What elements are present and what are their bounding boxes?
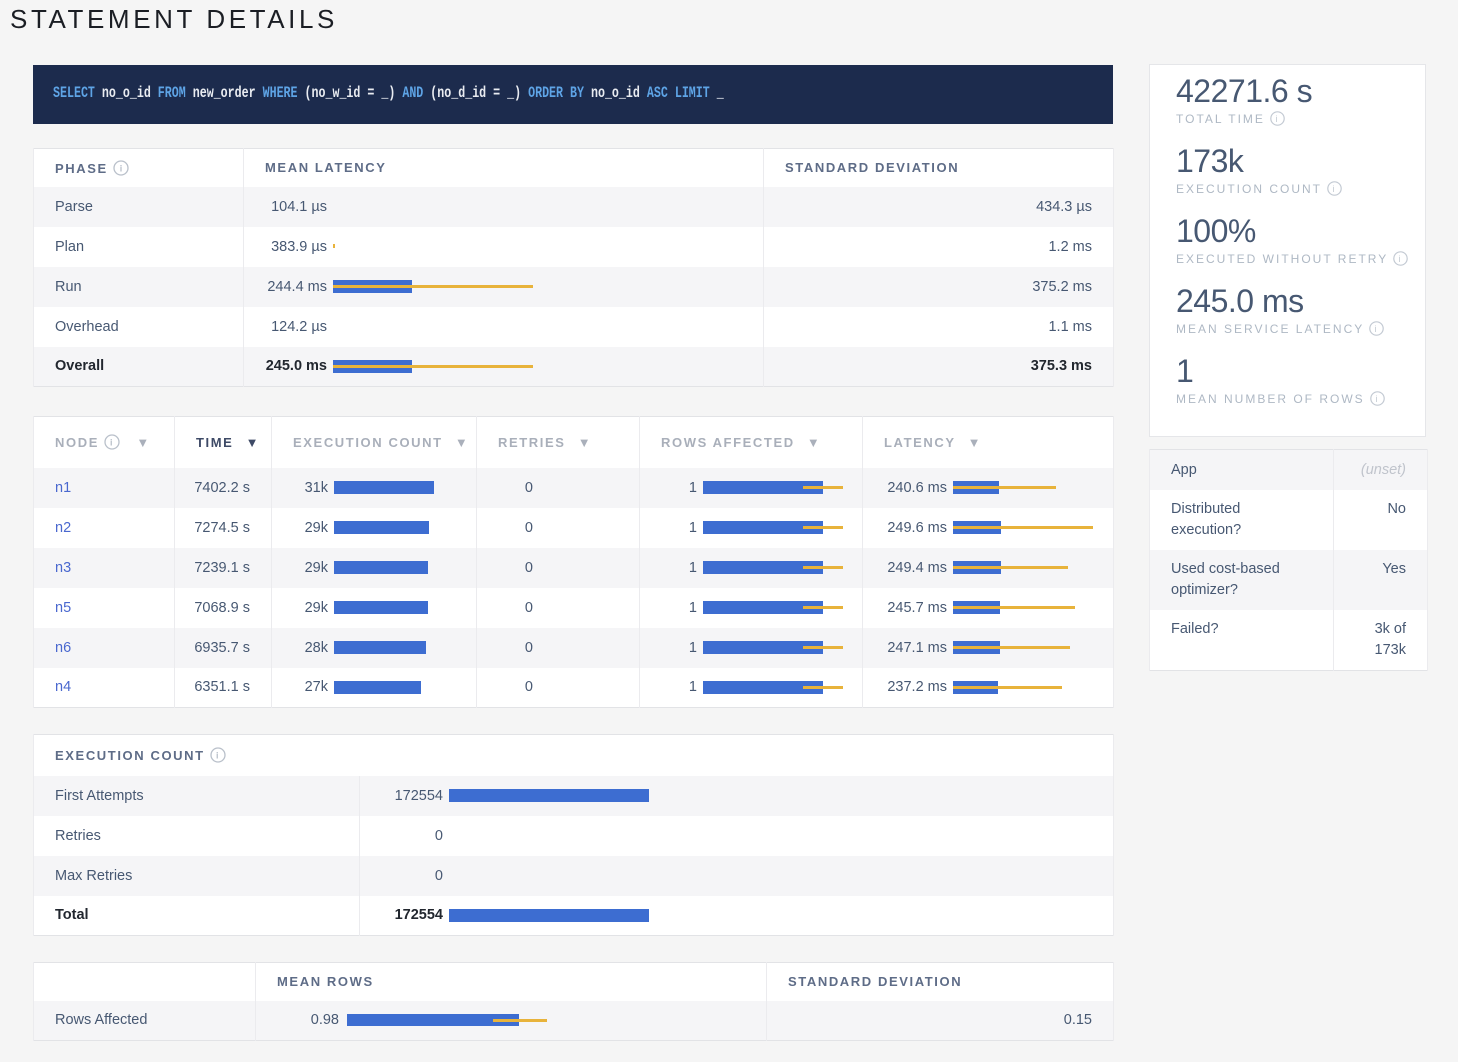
svg-text:i: i [1276,114,1280,124]
svg-text:i: i [1376,394,1380,404]
svg-text:i: i [1399,254,1403,264]
svg-text:i: i [110,438,114,448]
svg-text:i: i [216,751,220,761]
svg-text:i: i [120,163,123,173]
svg-text:i: i [1375,324,1379,334]
svg-text:i: i [1333,184,1337,194]
